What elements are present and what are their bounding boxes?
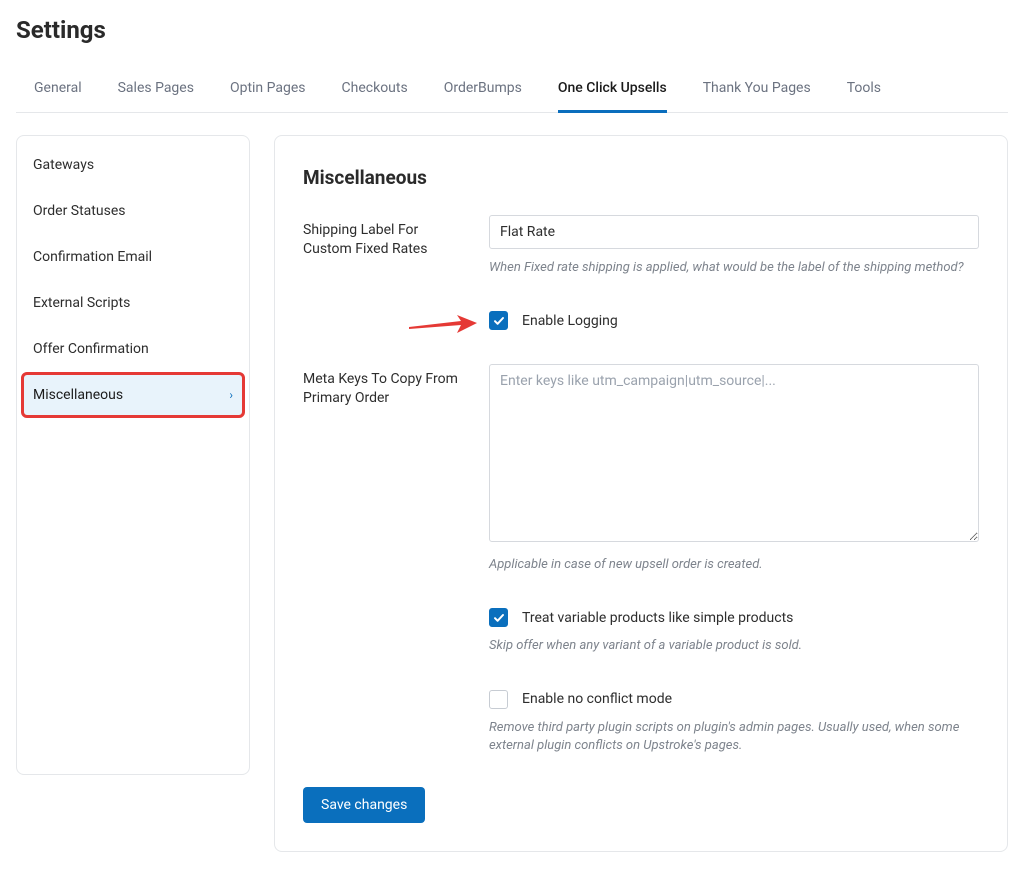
field-no-conflict: Enable no conflict mode Remove third par… xyxy=(303,690,979,755)
sidebar-item-label: Offer Confirmation xyxy=(33,341,149,357)
checkbox-label: Treat variable products like simple prod… xyxy=(522,610,793,626)
sidebar-item-label: External Scripts xyxy=(33,295,130,311)
sidebar-item-order-statuses[interactable]: Order Statuses › xyxy=(21,188,245,234)
help-text: When Fixed rate shipping is applied, wha… xyxy=(489,259,979,277)
sidebar-item-label: Miscellaneous xyxy=(33,387,123,403)
field-label: Shipping Label For Custom Fixed Rates xyxy=(303,215,469,259)
tab-orderbumps[interactable]: OrderBumps xyxy=(444,72,522,113)
tab-thank-you-pages[interactable]: Thank You Pages xyxy=(703,72,811,113)
tab-general[interactable]: General xyxy=(34,72,82,113)
main-panel: Miscellaneous Shipping Label For Custom … xyxy=(274,135,1008,852)
sidebar-item-label: Gateways xyxy=(33,157,94,173)
field-label xyxy=(303,608,469,614)
field-meta-keys: Meta Keys To Copy From Primary Order App… xyxy=(303,364,979,574)
tab-one-click-upsells[interactable]: One Click Upsells xyxy=(558,72,667,113)
checkbox-label: Enable no conflict mode xyxy=(522,691,672,707)
field-treat-variable: Treat variable products like simple prod… xyxy=(303,608,979,655)
help-text: Remove third party plugin scripts on plu… xyxy=(489,719,979,755)
sidebar-item-label: Order Statuses xyxy=(33,203,125,219)
help-text: Skip offer when any variant of a variabl… xyxy=(489,637,979,655)
tab-optin-pages[interactable]: Optin Pages xyxy=(230,72,306,113)
tab-bar: General Sales Pages Optin Pages Checkout… xyxy=(16,72,1008,113)
sidebar-item-miscellaneous[interactable]: Miscellaneous › xyxy=(21,372,245,418)
meta-keys-textarea[interactable] xyxy=(489,364,979,542)
sidebar-item-label: Confirmation Email xyxy=(33,249,152,265)
checkbox-label: Enable Logging xyxy=(522,313,618,329)
panel-title: Miscellaneous xyxy=(303,166,979,189)
sidebar: Gateways › Order Statuses › Confirmation… xyxy=(16,135,250,775)
treat-variable-checkbox[interactable] xyxy=(489,608,508,627)
field-label: Meta Keys To Copy From Primary Order xyxy=(303,364,469,408)
field-shipping-label: Shipping Label For Custom Fixed Rates Wh… xyxy=(303,215,979,277)
save-changes-button[interactable]: Save changes xyxy=(303,787,425,823)
field-label xyxy=(303,311,469,317)
enable-logging-checkbox[interactable] xyxy=(489,311,508,330)
help-text: Applicable in case of new upsell order i… xyxy=(489,556,979,574)
field-label xyxy=(303,690,469,696)
tab-tools[interactable]: Tools xyxy=(847,72,881,113)
sidebar-item-external-scripts[interactable]: External Scripts › xyxy=(21,280,245,326)
sidebar-item-confirmation-email[interactable]: Confirmation Email › xyxy=(21,234,245,280)
tab-sales-pages[interactable]: Sales Pages xyxy=(118,72,194,113)
tab-checkouts[interactable]: Checkouts xyxy=(342,72,408,113)
page-title: Settings xyxy=(16,16,1008,44)
no-conflict-checkbox[interactable] xyxy=(489,690,508,709)
chevron-right-icon: › xyxy=(229,388,233,402)
field-enable-logging: Enable Logging xyxy=(303,311,979,330)
sidebar-item-gateways[interactable]: Gateways › xyxy=(21,142,245,188)
shipping-label-input[interactable] xyxy=(489,215,979,249)
sidebar-item-offer-confirmation[interactable]: Offer Confirmation › xyxy=(21,326,245,372)
